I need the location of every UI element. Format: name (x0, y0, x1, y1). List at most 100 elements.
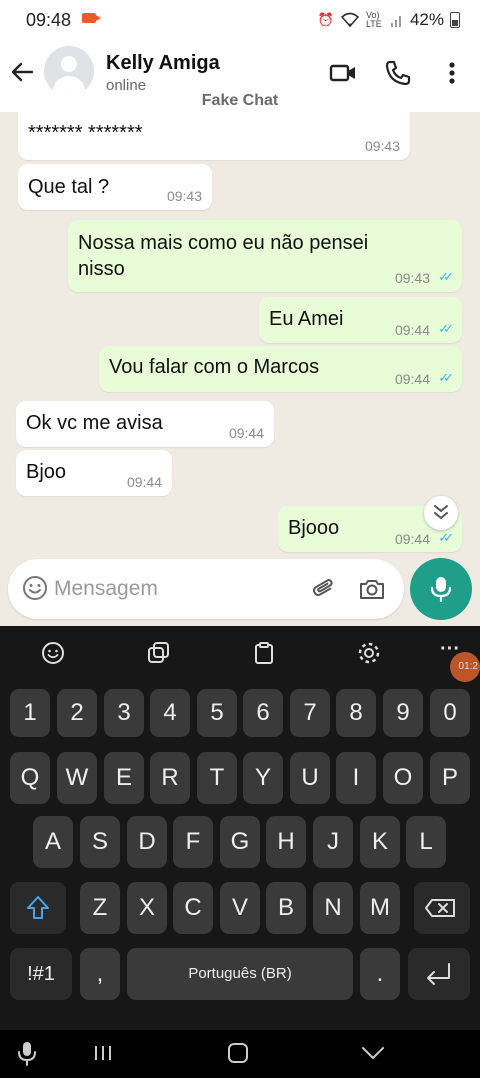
backspace-icon (425, 899, 455, 917)
emoji-icon[interactable] (22, 575, 48, 601)
symbols-key[interactable]: !#1 (10, 948, 72, 1000)
key[interactable]: V (220, 882, 260, 934)
key[interactable]: I (336, 752, 376, 804)
back-arrow-icon[interactable] (8, 58, 36, 86)
message-time: 09:43 (166, 188, 202, 204)
message-time: 09:43 (364, 138, 400, 154)
period-key[interactable]: . (360, 948, 400, 1000)
key[interactable]: 5 (197, 689, 237, 737)
clipboard-icon[interactable] (251, 640, 277, 666)
battery-icon (450, 12, 460, 28)
space-key[interactable]: Português (BR) (127, 948, 353, 1000)
keyboard-toolbar: ··· 01:2 (0, 626, 480, 682)
message-incoming[interactable]: Ok vc me avisa 09:44 (16, 401, 274, 447)
read-ticks-icon: ✓✓ (438, 321, 454, 336)
message-time: 09:44 (394, 371, 430, 387)
key[interactable]: C (173, 882, 213, 934)
key[interactable]: N (313, 882, 353, 934)
shift-key[interactable] (10, 882, 66, 934)
message-incoming[interactable]: Que tal ? 09:43 (18, 164, 212, 210)
shift-icon (27, 896, 49, 919)
key[interactable]: 7 (290, 689, 330, 737)
more-options-icon[interactable] (437, 58, 467, 88)
message-time: 09:43 (394, 270, 430, 286)
avatar[interactable] (44, 46, 94, 96)
status-time: 09:48 (26, 10, 72, 30)
message-text: Bjooo (288, 517, 340, 539)
camera-icon[interactable] (358, 575, 386, 603)
message-text: Que tal ? (28, 176, 110, 198)
attach-icon[interactable] (310, 575, 338, 603)
key[interactable]: P (430, 752, 470, 804)
key[interactable]: X (127, 882, 167, 934)
key[interactable]: 0 (430, 689, 470, 737)
message-input[interactable]: Mensagem (54, 577, 158, 601)
home-icon[interactable] (223, 1038, 253, 1068)
message-incoming[interactable]: ******* ******* 09:43 (18, 112, 410, 160)
enter-key[interactable] (408, 948, 470, 1000)
key[interactable]: 3 (104, 689, 144, 737)
key[interactable]: 1 (10, 689, 50, 737)
key[interactable]: T (197, 752, 237, 804)
key[interactable]: Z (80, 882, 120, 934)
status-icons: ⏰ Vo) LTE 42% (318, 10, 460, 30)
key[interactable]: M (360, 882, 400, 934)
message-composer[interactable]: Mensagem (8, 559, 404, 619)
voice-message-button[interactable] (410, 558, 472, 620)
key[interactable]: Q (10, 752, 50, 804)
key[interactable]: 9 (383, 689, 423, 737)
key[interactable]: 4 (150, 689, 190, 737)
key[interactable]: O (383, 752, 423, 804)
sticker-icon[interactable] (145, 640, 171, 666)
key[interactable]: 8 (336, 689, 376, 737)
key[interactable]: F (173, 816, 213, 868)
avatar-head (61, 56, 77, 72)
key[interactable]: U (290, 752, 330, 804)
backspace-key[interactable] (414, 882, 470, 934)
message-text: Eu Amei (269, 308, 344, 330)
message-time: 09:44 (228, 425, 264, 441)
message-outgoing[interactable]: Nossa mais como eu não pensei nisso 09:4… (68, 220, 462, 292)
key[interactable]: Y (243, 752, 283, 804)
message-text-line2: nisso (78, 258, 125, 280)
key[interactable]: L (406, 816, 446, 868)
emoji-keyboard-icon[interactable] (40, 640, 66, 666)
message-time: 09:44 (126, 474, 162, 490)
contact-name[interactable]: Kelly Amiga (106, 52, 220, 75)
key[interactable]: G (220, 816, 260, 868)
read-ticks-icon: ✓✓ (438, 530, 454, 545)
key[interactable]: 6 (243, 689, 283, 737)
recent-apps-icon[interactable] (88, 1038, 118, 1068)
read-ticks-icon: ✓✓ (438, 370, 454, 385)
key[interactable]: J (313, 816, 353, 868)
message-text: Bjoo (26, 461, 67, 483)
scroll-down-button[interactable] (424, 496, 458, 530)
microphone-icon[interactable] (12, 1038, 42, 1068)
message-outgoing[interactable]: Vou falar com o Marcos 09:44 ✓✓ (99, 346, 462, 392)
settings-gear-icon[interactable] (356, 640, 382, 666)
key[interactable]: B (266, 882, 306, 934)
video-call-icon[interactable] (328, 58, 358, 88)
key[interactable]: A (33, 816, 73, 868)
key[interactable]: H (266, 816, 306, 868)
voice-call-icon[interactable] (383, 58, 413, 88)
screen-record-icon (82, 13, 101, 23)
chat-area[interactable]: ******* ******* 09:43 Que tal ? 09:43 No… (0, 112, 480, 626)
key[interactable]: E (104, 752, 144, 804)
key[interactable]: 2 (57, 689, 97, 737)
key[interactable]: D (127, 816, 167, 868)
message-outgoing[interactable]: Eu Amei 09:44 ✓✓ (259, 297, 462, 343)
hide-keyboard-icon[interactable] (358, 1038, 388, 1068)
key[interactable]: S (80, 816, 120, 868)
message-text: ******* ******* (28, 122, 143, 144)
key[interactable]: W (57, 752, 97, 804)
status-bar: 09:48 ⏰ Vo) LTE 42% (0, 0, 480, 40)
chevron-double-down-icon (434, 505, 448, 519)
message-incoming[interactable]: Bjoo 09:44 (16, 450, 172, 496)
key[interactable]: K (360, 816, 400, 868)
comma-key[interactable]: , (80, 948, 120, 1000)
fake-chat-label: Fake Chat (201, 92, 279, 109)
volte-label: Vo) LTE (365, 10, 382, 29)
key[interactable]: R (150, 752, 190, 804)
message-text: Vou falar com o Marcos (109, 356, 320, 378)
